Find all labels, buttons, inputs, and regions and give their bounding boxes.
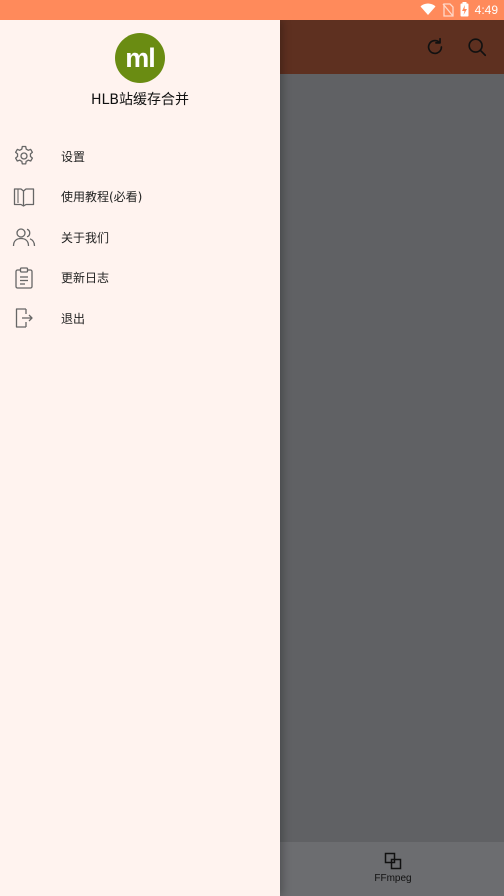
status-bar: 4:49	[0, 0, 504, 20]
drawer-menu: 设置 使用教程(必看) 关于我们 更新日志 退出	[0, 136, 280, 339]
drawer-item-label: 退出	[61, 311, 86, 326]
drawer-item-about-us[interactable]: 关于我们	[0, 217, 280, 258]
battery-charging-icon	[460, 2, 469, 17]
wifi-icon	[420, 3, 436, 15]
bottom-tab-ffmpeg[interactable]: FFmpeg	[360, 852, 426, 892]
logout-icon	[15, 308, 33, 328]
app-name: HLB站缓存合并	[91, 92, 189, 108]
drawer-item-label: 设置	[61, 149, 86, 164]
drawer-item-label: 更新日志	[61, 271, 110, 286]
avatar: ml	[115, 33, 165, 83]
navigation-drawer: ml HLB站缓存合并 设置 使用教程(必看) 关于我们 更新日志 退出	[0, 20, 280, 896]
drawer-item-settings[interactable]: 设置	[0, 136, 280, 177]
search-icon[interactable]	[466, 36, 488, 58]
drawer-item-changelog[interactable]: 更新日志	[0, 258, 280, 299]
drawer-item-label: 关于我们	[61, 230, 110, 245]
drawer-item-label: 使用教程(必看)	[61, 190, 143, 205]
gear-icon	[14, 145, 34, 165]
drawer-item-tutorial[interactable]: 使用教程(必看)	[0, 177, 280, 218]
ffmpeg-icon	[384, 852, 402, 870]
drawer-item-logout[interactable]: 退出	[0, 298, 280, 339]
refresh-icon[interactable]	[424, 36, 446, 58]
no-sim-icon	[442, 2, 454, 17]
clipboard-icon	[15, 266, 33, 289]
bottom-tab-label: FFmpeg	[374, 873, 412, 884]
status-time: 4:49	[474, 2, 498, 17]
book-icon	[13, 187, 35, 207]
users-icon	[12, 228, 36, 247]
